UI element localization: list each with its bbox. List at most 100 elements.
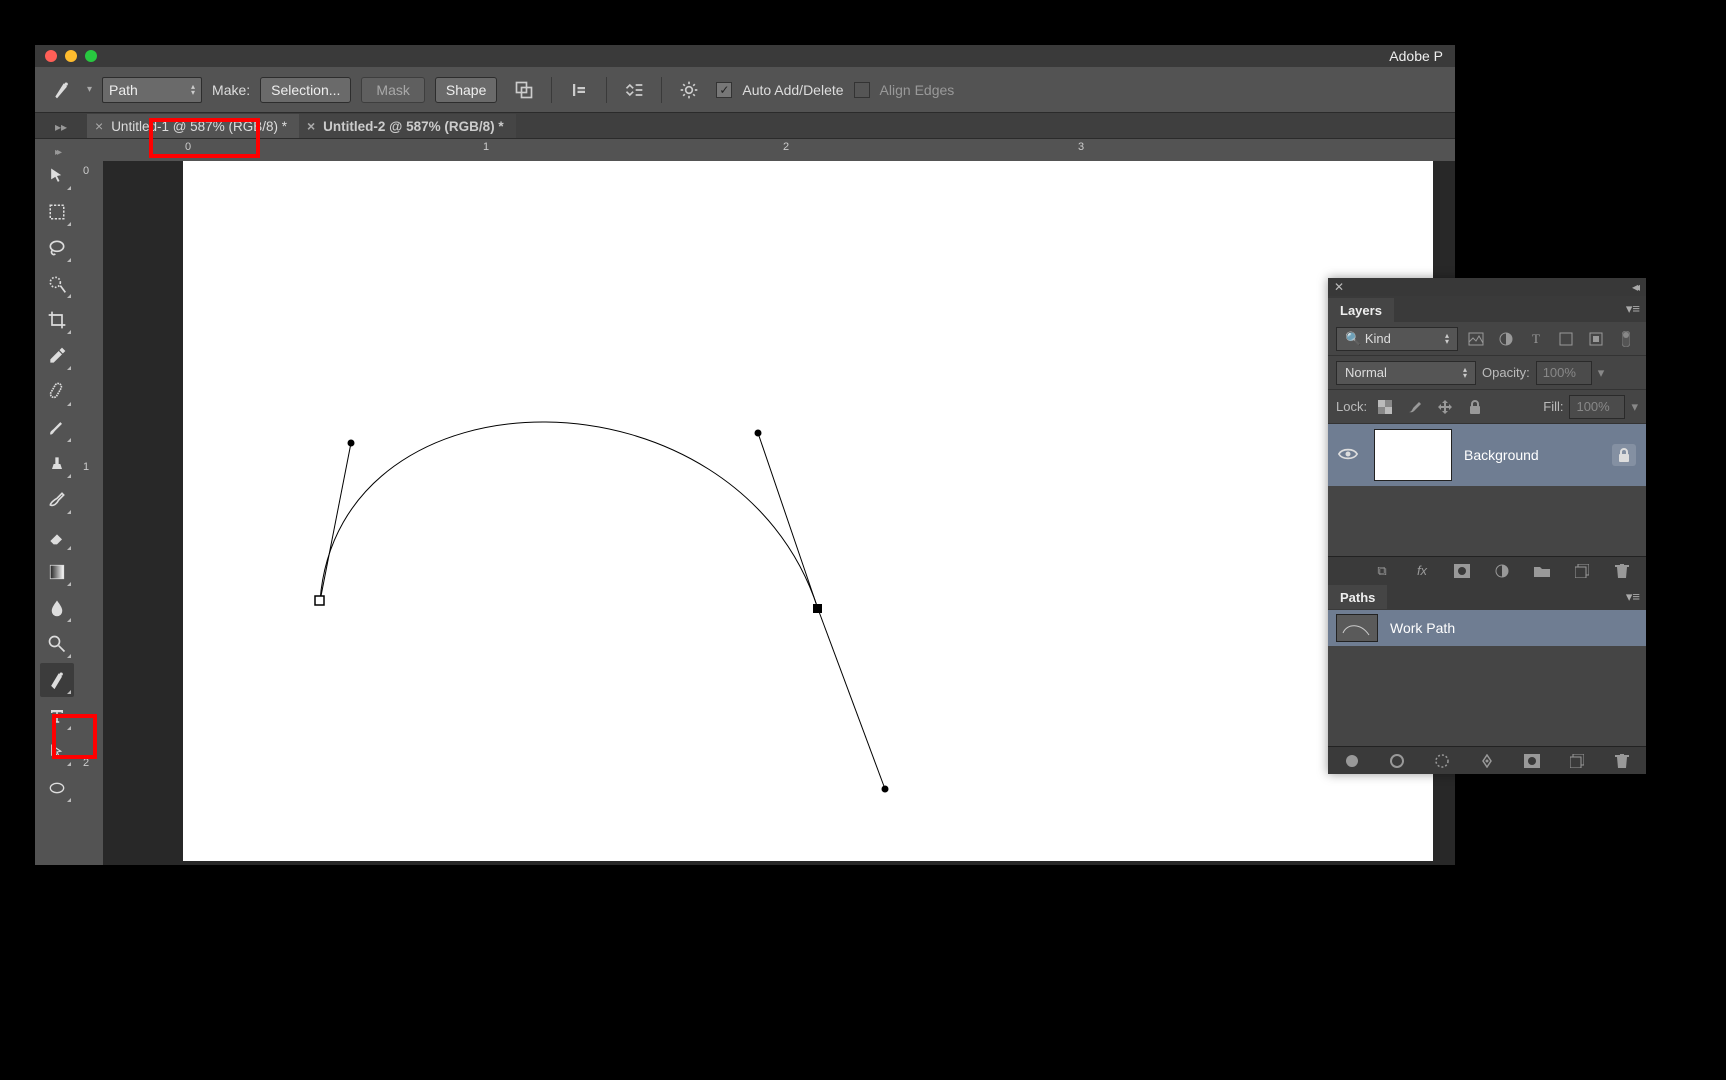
blend-mode-dropdown[interactable]: Normal ▴▾ <box>1336 361 1476 385</box>
dodge-tool[interactable] <box>40 627 74 661</box>
adjustment-layer-icon[interactable] <box>1490 560 1514 582</box>
lasso-tool[interactable] <box>40 231 74 265</box>
path-alignment-icon[interactable] <box>562 75 596 105</box>
clone-stamp-tool[interactable] <box>40 447 74 481</box>
layers-panel-tabs: Layers ▾≡ <box>1328 296 1646 322</box>
path-operations-icon[interactable] <box>507 75 541 105</box>
path-row-workpath[interactable]: Work Path <box>1328 610 1646 646</box>
viewport: Adobe P ▾ Path ▴▾ Make: Selection... Mas… <box>0 0 1726 1080</box>
group-icon[interactable] <box>1530 560 1554 582</box>
quick-selection-tool[interactable] <box>40 267 74 301</box>
filter-type-dropdown[interactable]: 🔍 Kind ▴▾ <box>1336 327 1458 351</box>
lock-pixels-icon[interactable] <box>1403 396 1427 418</box>
gear-icon[interactable] <box>672 75 706 105</box>
close-tab-icon[interactable]: × <box>307 118 315 134</box>
document-tab-1[interactable]: × Untitled-1 @ 587% (RGB/8) * <box>87 114 299 138</box>
chevron-down-icon[interactable]: ▾ <box>1631 399 1638 415</box>
healing-brush-tool[interactable] <box>40 375 74 409</box>
ruler-tick-label: 1 <box>83 461 89 473</box>
panel-menu-icon[interactable]: ▾≡ <box>1626 301 1640 317</box>
filter-type-label: Kind <box>1365 331 1391 346</box>
link-layers-icon[interactable]: ⧉ <box>1370 560 1394 582</box>
align-edges-checkbox[interactable] <box>854 82 870 98</box>
eraser-tool[interactable] <box>40 519 74 553</box>
layer-thumbnail[interactable] <box>1374 429 1452 481</box>
opacity-value: 100% <box>1543 365 1576 380</box>
current-tool-icon[interactable] <box>47 75 77 105</box>
ellipse-tool[interactable] <box>40 771 74 805</box>
horizontal-ruler[interactable]: 0 1 2 3 <box>103 139 1455 161</box>
fill-input[interactable]: 100% <box>1569 395 1625 419</box>
chevron-down-icon[interactable]: ▾ <box>1598 365 1605 381</box>
blend-mode-value: Normal <box>1345 365 1387 380</box>
close-window-button[interactable] <box>45 50 57 62</box>
lock-all-icon[interactable] <box>1463 396 1487 418</box>
layer-fx-icon[interactable]: fx <box>1410 560 1434 582</box>
fill-value: 100% <box>1576 399 1609 414</box>
collapse-panel-icon[interactable]: ◂◂ <box>1632 280 1636 294</box>
filter-toggle-icon[interactable] <box>1614 328 1638 350</box>
crop-tool[interactable] <box>40 303 74 337</box>
new-layer-icon[interactable] <box>1570 560 1594 582</box>
path-selection-tool[interactable] <box>40 735 74 769</box>
options-bar: ▾ Path ▴▾ Make: Selection... Mask Shape <box>35 67 1455 113</box>
minimize-window-button[interactable] <box>65 50 77 62</box>
path-to-selection-icon[interactable] <box>1430 750 1453 772</box>
paths-tab[interactable]: Paths <box>1328 585 1387 609</box>
toolbox-collapse-icon[interactable]: ▸▸ <box>35 145 79 159</box>
lock-transparency-icon[interactable] <box>1373 396 1397 418</box>
make-shape-label: Shape <box>446 82 486 98</box>
make-mask-button[interactable]: Mask <box>361 77 424 103</box>
layers-panel-footer: ⧉ fx <box>1328 556 1646 584</box>
eyedropper-tool[interactable] <box>40 339 74 373</box>
fill-label: Fill: <box>1543 399 1563 414</box>
layers-tab[interactable]: Layers <box>1328 298 1394 322</box>
make-shape-button[interactable]: Shape <box>435 77 497 103</box>
new-path-icon[interactable] <box>1566 750 1589 772</box>
lock-position-icon[interactable] <box>1433 396 1457 418</box>
panel-header[interactable]: ✕ ◂◂ <box>1328 278 1646 296</box>
gradient-tool[interactable] <box>40 555 74 589</box>
titlebar: Adobe P <box>35 45 1455 67</box>
document-tab-2[interactable]: × Untitled-2 @ 587% (RGB/8) * <box>299 114 516 138</box>
path-thumbnail[interactable] <box>1336 614 1378 642</box>
panel-menu-icon[interactable]: ▾≡ <box>1626 589 1640 605</box>
type-tool[interactable] <box>40 699 74 733</box>
filter-smart-icon[interactable] <box>1584 328 1608 350</box>
add-mask-icon[interactable] <box>1521 750 1544 772</box>
move-tool[interactable] <box>40 159 74 193</box>
close-panel-icon[interactable]: ✕ <box>1334 280 1344 294</box>
layer-row-background[interactable]: Background <box>1328 424 1646 486</box>
stroke-path-icon[interactable] <box>1385 750 1408 772</box>
brush-tool[interactable] <box>40 411 74 445</box>
pen-tool[interactable] <box>40 663 74 697</box>
document-tab-2-label: Untitled-2 @ 587% (RGB/8) * <box>323 119 503 134</box>
auto-add-delete-checkbox[interactable]: ✓ <box>716 82 732 98</box>
filter-shape-icon[interactable] <box>1554 328 1578 350</box>
maximize-window-button[interactable] <box>85 50 97 62</box>
layer-mask-icon[interactable] <box>1450 560 1474 582</box>
tab-pin-icon[interactable]: ▸▸ <box>35 116 87 138</box>
make-selection-label: Selection... <box>271 82 340 98</box>
delete-path-icon[interactable] <box>1611 750 1634 772</box>
opacity-input[interactable]: 100% <box>1536 361 1592 385</box>
app-title: Adobe P <box>1389 48 1443 64</box>
visibility-icon[interactable] <box>1338 447 1362 464</box>
close-tab-icon[interactable]: × <box>95 118 103 134</box>
layer-lock-icon[interactable] <box>1612 444 1636 466</box>
filter-adjust-icon[interactable] <box>1494 328 1518 350</box>
canvas[interactable] <box>183 161 1433 861</box>
tool-mode-dropdown[interactable]: Path ▴▾ <box>102 77 202 103</box>
make-selection-button[interactable]: Selection... <box>260 77 351 103</box>
history-brush-tool[interactable] <box>40 483 74 517</box>
filter-pixel-icon[interactable] <box>1464 328 1488 350</box>
marquee-tool[interactable] <box>40 195 74 229</box>
path-arrangement-icon[interactable] <box>617 75 651 105</box>
delete-layer-icon[interactable] <box>1610 560 1634 582</box>
blur-tool[interactable] <box>40 591 74 625</box>
fill-path-icon[interactable] <box>1340 750 1363 772</box>
selection-to-path-icon[interactable] <box>1475 750 1498 772</box>
filter-type-icon[interactable]: T <box>1524 328 1548 350</box>
make-label: Make: <box>212 82 250 98</box>
vertical-ruler[interactable]: 0 1 2 <box>79 161 103 865</box>
